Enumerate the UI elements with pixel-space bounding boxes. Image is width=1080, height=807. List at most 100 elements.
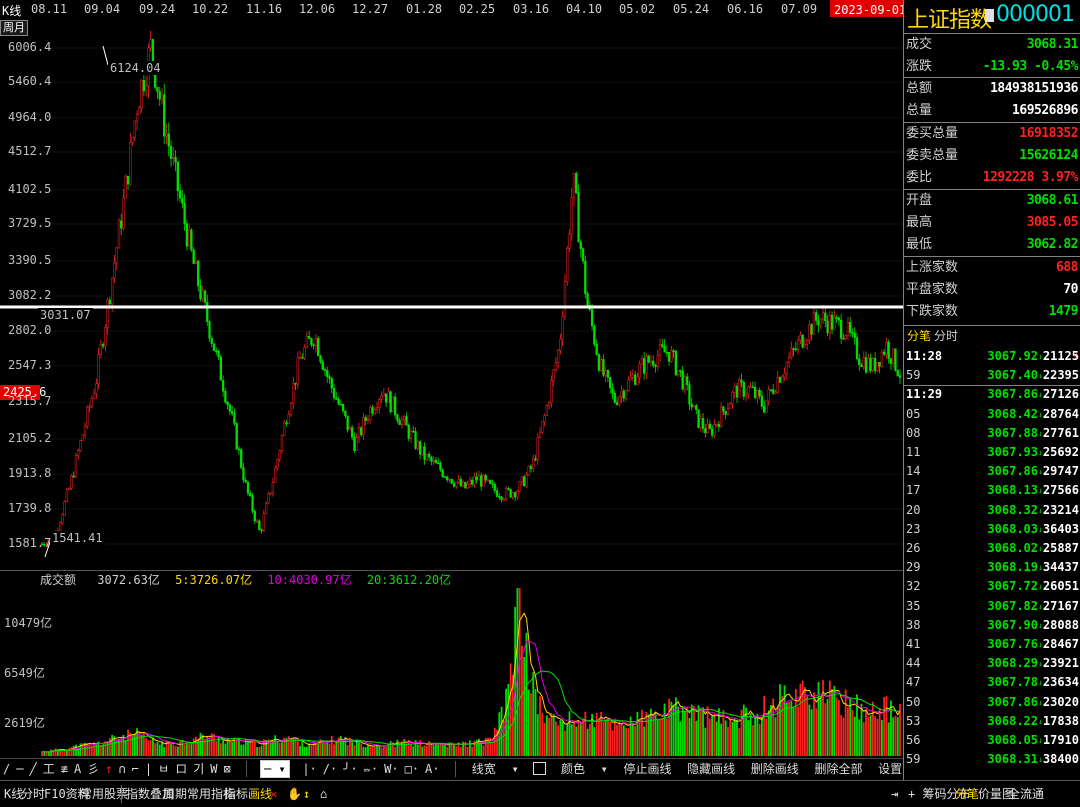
candle-body <box>482 475 485 487</box>
candle-body <box>769 389 773 391</box>
up-arrow-icon[interactable]: ↑ <box>102 759 115 779</box>
vertical-style-icon[interactable]: |· <box>299 759 319 779</box>
ray-tool-icon[interactable]: ╱ <box>26 759 39 779</box>
volume-bar <box>749 713 752 756</box>
tab-circulation[interactable]: 全流通 <box>1008 781 1044 807</box>
tab-tick[interactable]: 分笔 <box>955 781 979 807</box>
rectangle-tool-icon[interactable]: ㅂ <box>155 759 172 779</box>
candle-body <box>561 316 564 340</box>
settings-button[interactable]: 设置(S) <box>875 759 903 779</box>
color-button[interactable]: 颜色 <box>558 759 588 779</box>
quote-row: 平盘家数 70 <box>904 279 1080 301</box>
tick-volume: 27761 <box>1042 425 1079 440</box>
volume-current: 3072.63亿 <box>97 573 160 587</box>
volume-chart[interactable] <box>0 588 903 758</box>
segment-tool-icon[interactable]: ─ <box>13 759 26 779</box>
candlestick-chart[interactable] <box>0 20 903 570</box>
candle-body <box>597 354 601 371</box>
quote-label: 上涨家数 <box>906 260 959 275</box>
candle-body <box>122 197 125 229</box>
line-type-select[interactable]: ─ ▾ <box>260 760 290 778</box>
delete-draw-button[interactable]: 删除画线 <box>748 759 802 779</box>
candle-body <box>695 405 698 410</box>
candle-body <box>262 513 266 531</box>
volume-bar <box>75 744 77 756</box>
volume-bar <box>276 740 279 756</box>
color-swatch[interactable] <box>533 762 547 775</box>
period-tool-icon[interactable]: | <box>142 759 155 779</box>
text-tool-icon[interactable]: A <box>71 759 84 779</box>
candle-body <box>717 423 721 428</box>
tab-period[interactable]: 周期 <box>163 781 187 807</box>
tab-ticks[interactable]: 分笔 <box>907 326 931 346</box>
volume-bar <box>439 744 442 756</box>
candle-body <box>835 317 838 319</box>
candle-body <box>448 478 451 481</box>
hide-draw-button[interactable]: 隐藏画线 <box>684 759 738 779</box>
tab-timeshare[interactable]: 分时 <box>21 781 45 807</box>
candle-body <box>169 146 173 159</box>
volume-bar <box>656 719 659 756</box>
gann-tool-icon[interactable]: ロ <box>172 759 190 779</box>
candle-body <box>600 359 603 371</box>
candle-body <box>643 358 646 374</box>
stop-draw-button[interactable]: 停止画线 <box>620 759 674 779</box>
tab-minute[interactable]: 分时 <box>934 326 958 346</box>
volume-bar <box>706 706 709 756</box>
parallel-tool-icon[interactable]: 工 <box>40 759 58 779</box>
volume-bar <box>654 711 657 756</box>
volume-bar <box>133 733 136 756</box>
arc-tool-icon[interactable]: ∩ <box>115 759 128 779</box>
box-tool-icon[interactable]: W <box>207 759 220 779</box>
volume-bar <box>713 713 716 756</box>
wave-style-icon[interactable]: W· <box>381 759 401 779</box>
channel-tool-icon[interactable]: ≢ <box>58 759 71 779</box>
text-style-icon[interactable]: A· <box>422 759 442 779</box>
lock-icon[interactable]: ⌂ <box>320 781 327 807</box>
volume-bar <box>602 721 605 756</box>
volume-bar <box>54 748 57 756</box>
wave-tool-icon[interactable]: 기 <box>190 759 207 779</box>
candle-body <box>713 424 716 436</box>
volume-bar <box>226 738 229 756</box>
extra-tool-icon[interactable]: ⊠ <box>220 759 233 779</box>
quote-row: 委比 1292228 3.97% <box>904 167 1080 189</box>
tick-time: 32 <box>906 579 921 594</box>
vertical-line-icon[interactable]: ⌐ <box>129 759 142 779</box>
volume-bar <box>679 721 682 756</box>
quote-label: 总量 <box>906 103 933 118</box>
line-width-button[interactable]: 线宽 <box>469 759 499 779</box>
volume-bar <box>751 725 754 756</box>
line-width-dropdown-icon[interactable]: ▾ <box>508 759 521 779</box>
candle-body <box>767 389 770 402</box>
date-axis: K线 08.11 09.04 09.24 10.22 11.16 12.06 12.27 01… <box>0 0 930 20</box>
pencil-icon[interactable]: ✏· <box>361 759 381 779</box>
expand-icon[interactable]: ⇥ <box>891 781 898 807</box>
rect-style-icon[interactable]: □· <box>402 759 422 779</box>
candle-body <box>878 362 881 367</box>
color-dropdown-icon[interactable]: ▾ <box>598 759 611 779</box>
candle-body <box>792 348 795 350</box>
delete-all-button[interactable]: 删除全部 <box>811 759 865 779</box>
price-tick-label: 6006.4 <box>8 40 52 54</box>
fib-tool-icon[interactable]: 彡 <box>84 759 102 779</box>
line-tool-icon[interactable]: / <box>0 759 13 779</box>
slash-style-icon[interactable]: /· <box>320 759 340 779</box>
candle-body <box>233 413 236 424</box>
close-icon[interactable]: ✕ <box>270 781 277 807</box>
volume-bar <box>199 732 202 756</box>
hand-icon[interactable]: ✋ <box>287 781 302 807</box>
volume-bar <box>880 719 883 756</box>
candle-body <box>581 248 585 262</box>
candle-body <box>774 391 777 394</box>
tab-draw[interactable]: 画线 <box>248 781 272 807</box>
candle-body <box>855 337 859 359</box>
candle-body <box>735 385 739 398</box>
stock-terminal: K线 08.11 09.04 09.24 10.22 11.16 12.06 12.27 01… <box>0 0 1080 807</box>
candle-body <box>486 479 490 482</box>
updown-arrow-icon[interactable]: ↕ <box>303 781 310 807</box>
candle-body <box>344 410 347 417</box>
candle-body <box>203 290 207 303</box>
tab-indicator[interactable]: 指标 <box>224 781 248 807</box>
curve-style-icon[interactable]: ╯· <box>340 759 360 779</box>
